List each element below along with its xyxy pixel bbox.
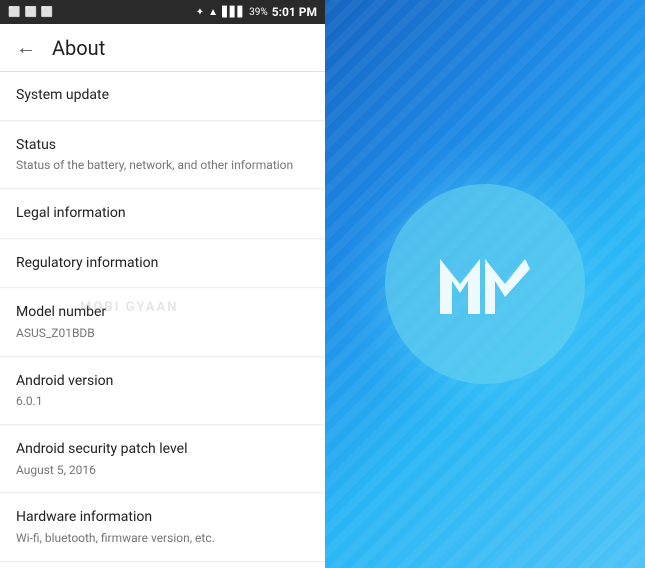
right-panel xyxy=(325,0,645,568)
battery-text: 39% xyxy=(249,7,268,18)
settings-list: System update StatusStatus of the battery… xyxy=(0,72,325,568)
settings-item-android-security-patch[interactable]: Android security patch level August 5, 20… xyxy=(0,426,325,493)
settings-item-hardware-information[interactable]: Hardware information Wi-fi, bluetooth, fi… xyxy=(0,494,325,561)
android-m-logo-circle xyxy=(385,184,585,384)
settings-item-status[interactable]: StatusStatus of the battery, network, an… xyxy=(0,122,325,189)
settings-item-software-information[interactable]: Software informationBaseband, kernel ver… xyxy=(0,563,325,568)
page-title: About xyxy=(52,36,105,60)
app-bar: ← About xyxy=(0,24,325,72)
settings-item-android-version[interactable]: Android version6.0.1 xyxy=(0,358,325,425)
settings-item-regulatory-information[interactable]: Regulatory information xyxy=(0,240,325,289)
notification-icon-3: ⬜ xyxy=(41,7,53,18)
settings-item-subtitle-model-number: ASUS_Z01BDB xyxy=(16,325,309,342)
status-bar-left-icons: ⬜ ⬜ ⬜ xyxy=(8,7,53,18)
back-button[interactable]: ← xyxy=(16,35,36,60)
settings-item-title-system-update: System update xyxy=(16,86,309,106)
settings-item-subtitle-android-version: 6.0.1 xyxy=(16,393,309,410)
settings-item-title-model-number: Model number xyxy=(16,303,309,323)
settings-item-title-hardware-information: Hardware information xyxy=(16,508,309,528)
settings-item-system-update[interactable]: System update xyxy=(0,72,325,121)
settings-item-title-android-security-patch: Android security patch level xyxy=(16,440,309,460)
settings-item-title-legal-information: Legal information xyxy=(16,204,309,224)
status-time: 5:01 PM xyxy=(272,5,317,19)
android-m-icon xyxy=(430,229,540,339)
settings-item-subtitle-status: Status of the battery, network, and othe… xyxy=(16,157,309,174)
settings-item-model-number[interactable]: Model number ASUS_Z01BDB xyxy=(0,289,325,356)
signal-icon: ▋▋▋ xyxy=(222,7,245,18)
bluetooth-icon: ✦ xyxy=(196,7,204,18)
status-bar: ⬜ ⬜ ⬜ ✦ ▲ ▋▋▋ 39% 5:01 PM xyxy=(0,0,325,24)
notification-icon-2: ⬜ xyxy=(24,7,36,18)
settings-item-title-regulatory-information: Regulatory information xyxy=(16,254,309,274)
settings-item-title-status: Status xyxy=(16,136,309,156)
left-panel: ⬜ ⬜ ⬜ ✦ ▲ ▋▋▋ 39% 5:01 PM ← About System… xyxy=(0,0,325,568)
settings-item-subtitle-hardware-information: Wi-fi, bluetooth, firmware version, etc. xyxy=(16,530,309,547)
notification-icon-1: ⬜ xyxy=(8,7,20,18)
settings-item-title-android-version: Android version xyxy=(16,372,309,392)
status-bar-right-icons: ✦ ▲ ▋▋▋ 39% 5:01 PM xyxy=(196,5,317,19)
settings-item-legal-information[interactable]: Legal information xyxy=(0,190,325,239)
wifi-icon: ▲ xyxy=(208,7,218,18)
settings-item-subtitle-android-security-patch: August 5, 2016 xyxy=(16,462,309,479)
